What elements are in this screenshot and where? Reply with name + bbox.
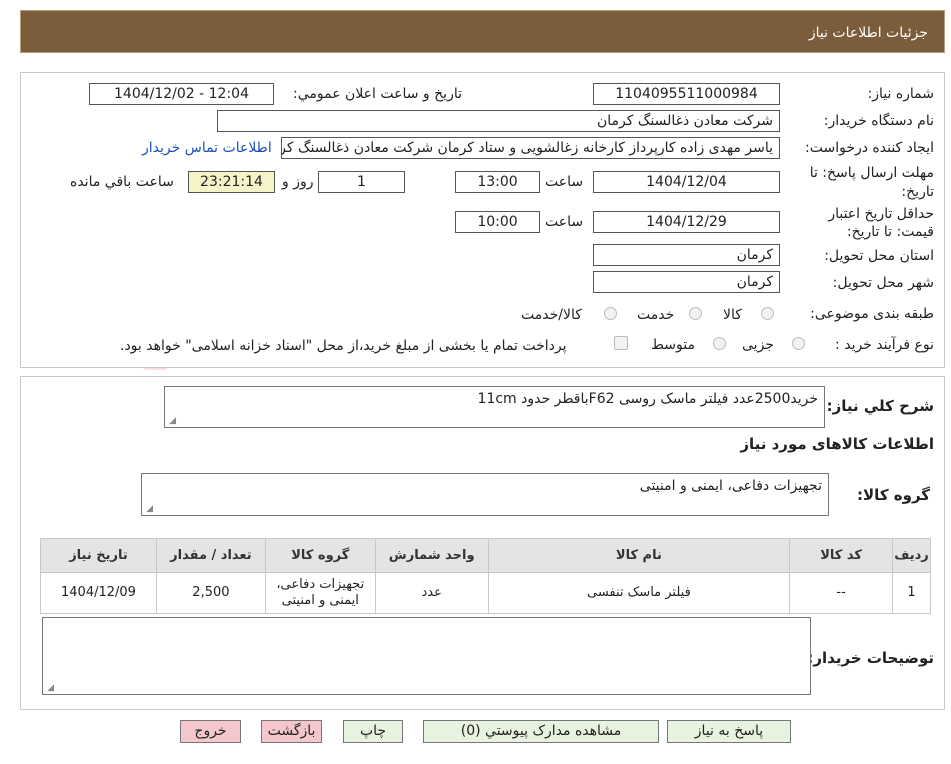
process-radio-medium[interactable] xyxy=(713,337,726,350)
process-radio-minor[interactable] xyxy=(792,337,805,350)
cell-row-number: 1 xyxy=(892,572,931,614)
cell-group: تجهیزات دفاعی، ایمنی و امنیتی xyxy=(264,572,376,614)
cell-quantity: 2,500 xyxy=(155,572,266,614)
category-radio-goods[interactable] xyxy=(761,307,774,320)
validity-time-field: 10:00 xyxy=(455,211,540,233)
reply-time-field: 13:00 xyxy=(455,171,540,193)
process-option-minor: جزیی xyxy=(742,337,774,353)
city-label: شهر محل تحویل: xyxy=(832,275,934,291)
category-radio-service[interactable] xyxy=(689,307,702,320)
category-option-goods-service: کالا/خدمت xyxy=(521,307,582,323)
col-header-code: کد کالا xyxy=(789,538,894,573)
attachments-button[interactable]: مشاهده مدارک پیوستي (0) xyxy=(423,720,659,743)
col-header-unit: واحد شمارش xyxy=(374,538,489,573)
cell-date: 1404/12/09 xyxy=(40,572,157,614)
treasury-checkbox[interactable] xyxy=(614,336,628,350)
process-label: نوع فرآیند خرید : xyxy=(835,337,934,353)
goods-group-value: تجهیزات دفاعی، ایمنی و امنیتی xyxy=(639,478,822,494)
category-radio-goods-service[interactable] xyxy=(604,307,617,320)
col-header-row-number: ردیف xyxy=(892,538,931,573)
need-number-field: 1104095511000984 xyxy=(593,83,780,105)
remaining-label: ساعت باقي مانده xyxy=(70,174,174,190)
process-option-medium: متوسط xyxy=(651,337,695,353)
col-header-quantity: تعداد / مقدار xyxy=(155,538,266,573)
requester-field: یاسر مهدی زاده کارپرداز کارخانه زغالشویی… xyxy=(281,137,780,159)
need-number-label: شماره نیاز: xyxy=(867,86,935,102)
buyer-notes-label: توضیحات خریدار: xyxy=(807,649,934,667)
category-option-service: خدمت xyxy=(637,307,675,323)
category-label: طبقه بندی موضوعی: xyxy=(810,306,934,322)
col-header-date: تاریخ نیاز xyxy=(40,538,157,573)
summary-text: خرید2500عدد فیلتر ماسک روسی F62باقطر حدو… xyxy=(477,391,818,407)
goods-group-textarea[interactable]: تجهیزات دفاعی، ایمنی و امنیتی ◢ xyxy=(141,473,829,516)
province-field: کرمان xyxy=(593,244,780,266)
back-button[interactable]: بازگشت xyxy=(261,720,322,743)
buyer-org-field: شرکت معادن ذغالسنگ کرمان xyxy=(217,110,780,132)
announce-field: 1404/12/02 - 12:04 xyxy=(89,83,274,105)
buyer-contact-link[interactable]: اطلاعات تماس خریدار xyxy=(142,140,272,156)
summary-textarea[interactable]: خرید2500عدد فیلتر ماسک روسی F62باقطر حدو… xyxy=(164,386,825,428)
exit-button[interactable]: خروج xyxy=(180,720,241,743)
page-title: جزئیات اطلاعات نیاز xyxy=(808,25,928,41)
reply-deadline-label: مهلت ارسال پاسخ: تا xyxy=(809,165,934,181)
reply-deadline-label-2: تاریخ: xyxy=(901,184,934,200)
buyer-org-label: نام دستگاه خریدار: xyxy=(823,113,934,129)
print-button[interactable]: چاپ xyxy=(343,720,403,743)
city-field: کرمان xyxy=(593,271,780,293)
goods-table: ردیف کد کالا نام کالا واحد شمارش گروه کا… xyxy=(40,538,931,614)
remaining-time-field: 23:21:14 xyxy=(188,171,275,193)
validity-time-label: ساعت xyxy=(545,214,584,230)
reply-time-label: ساعت xyxy=(545,174,584,190)
table-header-row: ردیف کد کالا نام کالا واحد شمارش گروه کا… xyxy=(40,538,931,573)
resize-grip-icon[interactable]: ◢ xyxy=(46,684,54,693)
validity-label: حداقل تاریخ اعتبار xyxy=(828,206,934,222)
col-header-name: نام کالا xyxy=(487,538,791,573)
reply-date-field: 1404/12/04 xyxy=(593,171,780,193)
table-row: 1 -- فیلتر ماسک تنفسی عدد تجهیزات دفاعی،… xyxy=(40,572,931,614)
buyer-notes-textarea[interactable]: ◢ xyxy=(42,617,811,695)
days-field: 1 xyxy=(318,171,405,193)
resize-grip-icon[interactable]: ◢ xyxy=(168,417,176,426)
cell-name: فیلتر ماسک تنفسی xyxy=(487,572,791,614)
treasury-note: پرداخت تمام یا بخشی از مبلغ خرید،از محل … xyxy=(120,338,567,354)
days-label: روز و xyxy=(282,174,314,190)
goods-info-title: اطلاعات کالاهای مورد نیاز xyxy=(740,435,934,453)
col-header-group: گروه کالا xyxy=(264,538,376,573)
validity-date-field: 1404/12/29 xyxy=(593,211,780,233)
page-header: جزئیات اطلاعات نیاز xyxy=(20,10,945,53)
resize-grip-icon[interactable]: ◢ xyxy=(145,505,153,514)
announce-label: تاریخ و ساعت اعلان عمومي: xyxy=(293,86,462,102)
reply-button[interactable]: پاسخ به نیاز xyxy=(667,720,791,743)
cell-unit: عدد xyxy=(374,572,489,614)
summary-label: شرح کلي نیاز: xyxy=(826,397,934,415)
validity-label-2: قیمت: تا تاریخ: xyxy=(846,224,934,240)
province-label: استان محل تحویل: xyxy=(824,248,934,264)
goods-group-label: گروه کالا: xyxy=(857,486,930,504)
cell-code: -- xyxy=(789,572,894,614)
requester-label: ایجاد کننده درخواست: xyxy=(805,140,934,156)
category-option-goods: کالا xyxy=(723,307,742,323)
